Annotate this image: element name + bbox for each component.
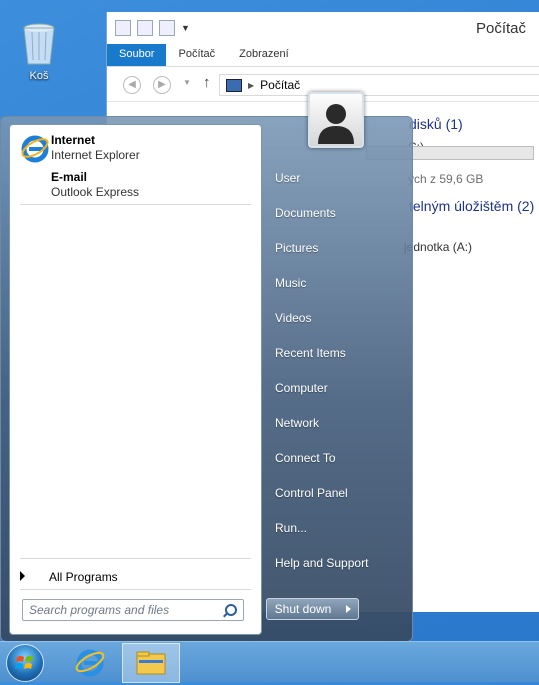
group-removable-header[interactable]: telným úložištěm (2) (409, 198, 534, 214)
start-item-documents[interactable]: Documents (275, 206, 336, 220)
start-item-run[interactable]: Run... (275, 521, 307, 535)
shutdown-button[interactable]: Shut down (266, 598, 340, 620)
chevron-down-icon[interactable]: ▼ (181, 23, 190, 33)
floppy-drive-label[interactable]: jednotka (A:) (404, 240, 472, 254)
pinned-internet-explorer[interactable]: Internet Internet Explorer (20, 131, 250, 165)
start-menu-right-pane: User Documents Pictures Music Videos Rec… (265, 117, 411, 641)
properties-icon[interactable] (137, 20, 153, 36)
start-item-connect-to[interactable]: Connect To (275, 451, 336, 465)
internet-explorer-icon (20, 133, 50, 163)
start-orb[interactable] (6, 644, 44, 682)
back-button[interactable]: ◀ (123, 76, 141, 94)
recycle-bin-icon (22, 22, 56, 66)
explorer-titlebar: ▼ Počítač (107, 12, 539, 44)
group-drives-header[interactable]: disků (1) (409, 116, 463, 132)
ribbon-tabs: Soubor Počítač Zobrazení (107, 44, 539, 67)
start-item-user[interactable]: User (275, 171, 300, 185)
pinned-title: E-mail (51, 170, 88, 184)
start-menu-left-pane: Internet Internet Explorer E-mail Outloo… (9, 124, 262, 635)
internet-explorer-icon (75, 649, 105, 677)
start-item-computer[interactable]: Computer (275, 381, 328, 395)
drive-free-space: ých z 59,6 GB (408, 172, 484, 186)
start-item-network[interactable]: Network (275, 416, 319, 430)
user-avatar[interactable] (308, 92, 364, 148)
breadcrumb: Počítač (260, 78, 301, 92)
tab-zobrazeni[interactable]: Zobrazení (227, 44, 301, 66)
search-input[interactable]: Search programs and files (22, 599, 244, 621)
computer-icon (226, 78, 242, 92)
recycle-bin-label: Koš (29, 70, 49, 82)
new-folder-icon[interactable] (159, 20, 175, 36)
recycle-bin[interactable]: Koš (14, 22, 64, 82)
search-icon[interactable] (225, 604, 237, 616)
start-item-videos[interactable]: Videos (275, 311, 311, 325)
recent-locations-icon[interactable]: ▼ (183, 78, 191, 87)
pinned-outlook-express[interactable]: E-mail Outlook Express (20, 168, 250, 202)
up-arrow-icon[interactable]: ↑ (203, 74, 211, 91)
all-programs-button[interactable]: All Programs (20, 567, 250, 587)
folder-icon (136, 651, 166, 675)
start-item-pictures[interactable]: Pictures (275, 241, 318, 255)
divider (20, 204, 251, 205)
start-item-recent-items[interactable]: Recent Items (275, 346, 346, 360)
tab-soubor[interactable]: Soubor (107, 44, 167, 66)
pinned-title: Internet (51, 133, 96, 147)
start-menu: Internet Internet Explorer E-mail Outloo… (0, 116, 413, 642)
windows-logo-icon (15, 656, 33, 669)
divider (20, 589, 251, 590)
quick-access-toolbar: ▼ (115, 20, 190, 36)
taskbar (0, 641, 539, 683)
user-icon (318, 104, 354, 144)
tab-pocitac[interactable]: Počítač (166, 44, 227, 66)
window-title: Počítač (475, 20, 526, 37)
search-placeholder: Search programs and files (29, 603, 170, 617)
start-item-control-panel[interactable]: Control Panel (275, 486, 348, 500)
pinned-subtitle: Internet Explorer (51, 148, 140, 162)
arrow-right-icon (20, 571, 25, 581)
shutdown-options-button[interactable] (339, 598, 359, 620)
taskbar-file-explorer[interactable] (122, 643, 180, 683)
pinned-subtitle: Outlook Express (51, 185, 140, 199)
divider (20, 558, 251, 559)
forward-button[interactable]: ▶ (153, 76, 171, 94)
computer-icon[interactable] (115, 20, 131, 36)
breadcrumb-arrow-icon: ▶ (248, 80, 255, 90)
taskbar-internet-explorer[interactable] (62, 643, 118, 681)
all-programs-label: All Programs (49, 570, 118, 584)
start-item-music[interactable]: Music (275, 276, 306, 290)
start-item-help-and-support[interactable]: Help and Support (275, 556, 368, 570)
address-bar[interactable]: ▶ Počítač (219, 74, 539, 96)
